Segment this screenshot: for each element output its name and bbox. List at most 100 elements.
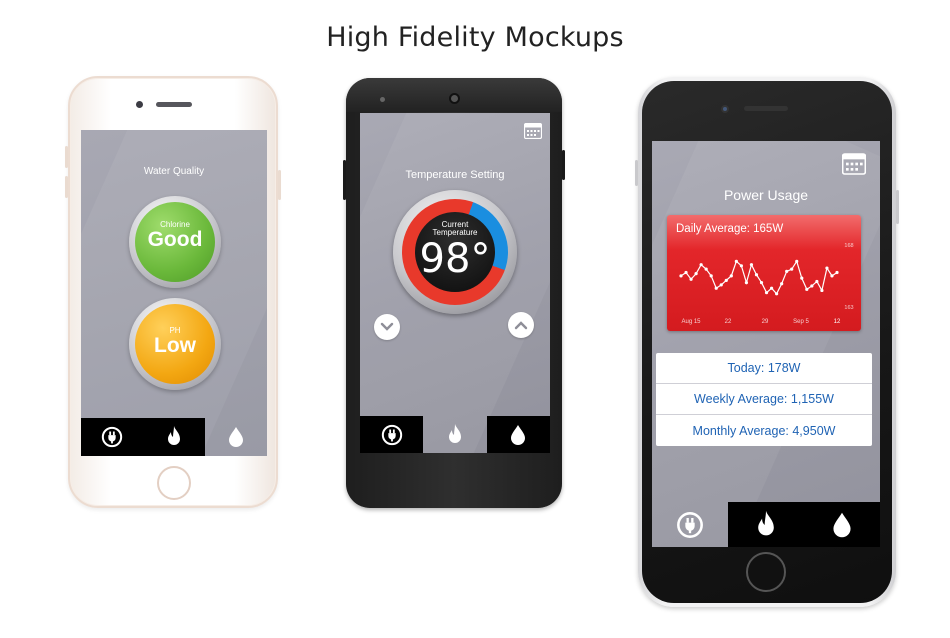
daily-average-chart[interactable]: Daily Average: 165W 168 163 Aug 15 22 29 Sep … (667, 215, 861, 331)
bottom-tab-bar (360, 416, 550, 453)
data-point (699, 263, 703, 267)
tab-power[interactable] (81, 418, 143, 456)
tab-power[interactable] (652, 502, 728, 547)
y-tick-label: 168 (844, 243, 853, 249)
tab-water[interactable] (486, 416, 550, 453)
power-usage-screen: Power Usage Daily Average: 165W 168 163 Au… (652, 141, 880, 547)
data-point (749, 263, 754, 267)
temperature-screen: Temperature Setting Current Temperature … (360, 113, 550, 453)
data-point (714, 286, 718, 290)
ph-value: Low (154, 334, 196, 357)
data-point (684, 270, 688, 275)
phone3-volume-button (635, 160, 638, 186)
home-button[interactable] (157, 466, 191, 500)
data-point (734, 259, 738, 263)
power-series-line (680, 259, 838, 295)
calendar-icon[interactable] (523, 122, 543, 144)
phone2-power-button (562, 150, 565, 180)
calendar-icon[interactable] (841, 153, 867, 180)
data-point (820, 288, 824, 293)
increase-temperature-button[interactable] (508, 312, 534, 338)
bottom-tab-bar (81, 418, 267, 456)
data-point (769, 286, 774, 290)
front-camera (449, 93, 460, 104)
stat-weekly-average[interactable]: Weekly Average: 1,155W (656, 384, 872, 415)
tab-heating[interactable] (423, 416, 486, 453)
flame-icon (168, 426, 180, 445)
x-tick-label: Sep 5 (793, 319, 809, 325)
chevron-down-icon (380, 322, 394, 331)
data-point (810, 284, 814, 288)
data-point (759, 281, 764, 285)
phone1-volume-button (65, 176, 68, 198)
power-line-chart: 168 163 Aug 15 22 29 Sep 5 12 (679, 243, 854, 325)
phone2-volume-button (343, 160, 346, 200)
data-point (835, 270, 839, 275)
phone3-power-button (896, 190, 899, 224)
current-temperature: 98° (419, 236, 491, 282)
data-point (775, 292, 779, 296)
dial-center: Current Temperature 98° (415, 212, 495, 292)
data-point (709, 274, 713, 278)
data-point (815, 279, 819, 284)
data-point (754, 273, 759, 277)
data-point (825, 266, 829, 270)
data-point (704, 267, 708, 271)
thermostat-dial[interactable]: Current Temperature 98° (393, 190, 517, 314)
x-tick-label: 12 (834, 319, 841, 325)
data-point (805, 287, 809, 291)
x-tick-label: Aug 15 (681, 319, 701, 325)
x-tick-label: 29 (762, 319, 769, 325)
water-quality-phone: Water Quality Chlorine Good PH Low (68, 76, 278, 508)
screen-title: Temperature Setting (405, 169, 505, 181)
data-point (800, 276, 804, 280)
phone1-power-button (278, 170, 281, 200)
data-point (694, 272, 698, 276)
home-button[interactable] (746, 552, 786, 592)
phone1-volume-button (65, 146, 68, 168)
bottom-tab-bar (652, 502, 880, 547)
data-point (790, 267, 794, 271)
front-camera (136, 101, 143, 108)
data-point (724, 278, 728, 282)
y-tick-label: 163 (844, 305, 853, 311)
data-point (785, 269, 789, 273)
data-point (729, 274, 733, 278)
data-point (719, 283, 723, 287)
data-point (679, 274, 683, 278)
plug-icon (677, 511, 703, 538)
tab-power[interactable] (360, 416, 424, 453)
earpiece-speaker (156, 102, 192, 107)
plug-icon (101, 426, 123, 448)
temperature-phone: Temperature Setting Current Temperature … (346, 78, 562, 508)
tab-water[interactable] (804, 502, 880, 547)
stat-monthly-average[interactable]: Monthly Average: 4,950W (656, 415, 872, 446)
tab-water[interactable] (205, 418, 267, 456)
data-point (795, 259, 799, 263)
front-camera (721, 105, 729, 113)
proximity-sensor (380, 97, 385, 102)
tab-heating[interactable] (728, 502, 804, 547)
chevron-up-icon (514, 321, 528, 330)
flame-icon (758, 510, 774, 535)
data-point (830, 274, 834, 278)
ph-gauge[interactable]: PH Low (129, 298, 221, 390)
earpiece-speaker (744, 106, 788, 111)
chlorine-value: Good (147, 228, 203, 251)
water-quality-screen: Water Quality Chlorine Good PH Low (81, 130, 267, 456)
x-tick-label: 22 (725, 319, 732, 325)
page-title: High Fidelity Mockups (326, 22, 624, 53)
screen-title: Water Quality (143, 166, 205, 177)
decrease-temperature-button[interactable] (374, 314, 400, 340)
water-drop-icon (511, 424, 526, 445)
data-point (764, 291, 769, 295)
water-drop-icon (833, 512, 851, 537)
data-point (739, 264, 743, 268)
tab-heating[interactable] (143, 418, 205, 456)
data-point (780, 282, 784, 286)
data-point (689, 277, 693, 281)
chlorine-gauge[interactable]: Chlorine Good (129, 196, 221, 288)
power-stats-list: Today: 178W Weekly Average: 1,155W Month… (656, 353, 872, 446)
flame-icon (448, 423, 461, 443)
stat-today[interactable]: Today: 178W (656, 353, 872, 384)
